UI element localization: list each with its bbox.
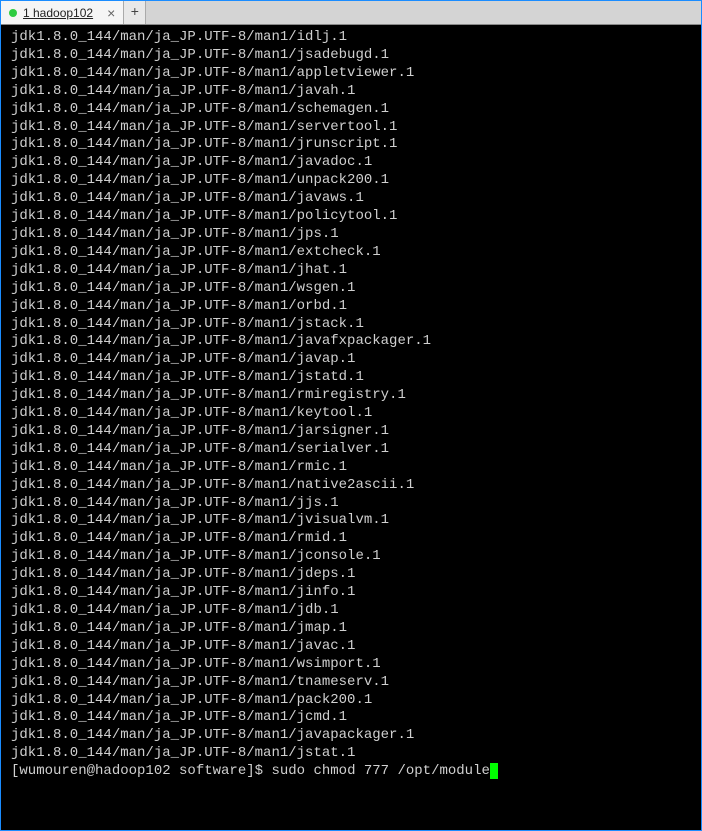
terminal-line: jdk1.8.0_144/man/ja_JP.UTF-8/man1/jmap.1 xyxy=(11,620,695,638)
terminal-line: jdk1.8.0_144/man/ja_JP.UTF-8/man1/rmic.1 xyxy=(11,459,695,477)
terminal-line: jdk1.8.0_144/man/ja_JP.UTF-8/man1/javaws… xyxy=(11,190,695,208)
terminal-line: jdk1.8.0_144/man/ja_JP.UTF-8/man1/jsadeb… xyxy=(11,47,695,65)
terminal-line: jdk1.8.0_144/man/ja_JP.UTF-8/man1/jstack… xyxy=(11,316,695,334)
terminal-line: jdk1.8.0_144/man/ja_JP.UTF-8/man1/jhat.1 xyxy=(11,262,695,280)
terminal-line: jdk1.8.0_144/man/ja_JP.UTF-8/man1/javafx… xyxy=(11,333,695,351)
terminal-line: jdk1.8.0_144/man/ja_JP.UTF-8/man1/jstat.… xyxy=(11,745,695,763)
terminal-line: jdk1.8.0_144/man/ja_JP.UTF-8/man1/wsgen.… xyxy=(11,280,695,298)
terminal-line: jdk1.8.0_144/man/ja_JP.UTF-8/man1/serial… xyxy=(11,441,695,459)
terminal-line: jdk1.8.0_144/man/ja_JP.UTF-8/man1/idlj.1 xyxy=(11,29,695,47)
terminal-line: jdk1.8.0_144/man/ja_JP.UTF-8/man1/javapa… xyxy=(11,727,695,745)
tab-bar: 1 hadoop102 × + xyxy=(1,1,701,25)
tab-hadoop102[interactable]: 1 hadoop102 × xyxy=(1,1,124,24)
terminal-line: jdk1.8.0_144/man/ja_JP.UTF-8/man1/applet… xyxy=(11,65,695,83)
terminal-line: jdk1.8.0_144/man/ja_JP.UTF-8/man1/jstatd… xyxy=(11,369,695,387)
terminal-line: jdk1.8.0_144/man/ja_JP.UTF-8/man1/pack20… xyxy=(11,692,695,710)
terminal-line: jdk1.8.0_144/man/ja_JP.UTF-8/man1/javado… xyxy=(11,154,695,172)
terminal-line: jdk1.8.0_144/man/ja_JP.UTF-8/man1/unpack… xyxy=(11,172,695,190)
terminal-line: jdk1.8.0_144/man/ja_JP.UTF-8/man1/jdeps.… xyxy=(11,566,695,584)
terminal-line: jdk1.8.0_144/man/ja_JP.UTF-8/man1/keytoo… xyxy=(11,405,695,423)
terminal-line: jdk1.8.0_144/man/ja_JP.UTF-8/man1/jconso… xyxy=(11,548,695,566)
terminal-line: jdk1.8.0_144/man/ja_JP.UTF-8/man1/rmid.1 xyxy=(11,530,695,548)
terminal-line: jdk1.8.0_144/man/ja_JP.UTF-8/man1/javap.… xyxy=(11,351,695,369)
terminal-line: jdk1.8.0_144/man/ja_JP.UTF-8/man1/orbd.1 xyxy=(11,298,695,316)
shell-prompt: [wumouren@hadoop102 software]$ xyxy=(11,763,271,781)
new-tab-button[interactable]: + xyxy=(124,1,146,24)
terminal-line: jdk1.8.0_144/man/ja_JP.UTF-8/man1/tnames… xyxy=(11,674,695,692)
terminal-line: jdk1.8.0_144/man/ja_JP.UTF-8/man1/javac.… xyxy=(11,638,695,656)
terminal-line: jdk1.8.0_144/man/ja_JP.UTF-8/man1/extche… xyxy=(11,244,695,262)
terminal-line: jdk1.8.0_144/man/ja_JP.UTF-8/man1/jdb.1 xyxy=(11,602,695,620)
terminal-line: jdk1.8.0_144/man/ja_JP.UTF-8/man1/jcmd.1 xyxy=(11,709,695,727)
plus-icon: + xyxy=(131,5,139,21)
terminal-line: jdk1.8.0_144/man/ja_JP.UTF-8/man1/jvisua… xyxy=(11,512,695,530)
terminal-line: jdk1.8.0_144/man/ja_JP.UTF-8/man1/jarsig… xyxy=(11,423,695,441)
terminal-line: jdk1.8.0_144/man/ja_JP.UTF-8/man1/rmireg… xyxy=(11,387,695,405)
terminal-line: jdk1.8.0_144/man/ja_JP.UTF-8/man1/jrunsc… xyxy=(11,136,695,154)
terminal-line: jdk1.8.0_144/man/ja_JP.UTF-8/man1/server… xyxy=(11,119,695,137)
terminal-window: 1 hadoop102 × + jdk1.8.0_144/man/ja_JP.U… xyxy=(0,0,702,831)
terminal-line: jdk1.8.0_144/man/ja_JP.UTF-8/man1/policy… xyxy=(11,208,695,226)
cursor-icon xyxy=(490,763,498,779)
close-icon[interactable]: × xyxy=(99,6,115,20)
terminal-line: jdk1.8.0_144/man/ja_JP.UTF-8/man1/jps.1 xyxy=(11,226,695,244)
tab-label: 1 hadoop102 xyxy=(23,6,93,20)
terminal-line: jdk1.8.0_144/man/ja_JP.UTF-8/man1/jinfo.… xyxy=(11,584,695,602)
terminal-line: jdk1.8.0_144/man/ja_JP.UTF-8/man1/native… xyxy=(11,477,695,495)
connection-indicator-icon xyxy=(9,9,17,17)
terminal-line: jdk1.8.0_144/man/ja_JP.UTF-8/man1/jjs.1 xyxy=(11,495,695,513)
terminal-line: jdk1.8.0_144/man/ja_JP.UTF-8/man1/javah.… xyxy=(11,83,695,101)
command-input[interactable]: sudo chmod 777 /opt/module xyxy=(271,763,489,781)
terminal-line: jdk1.8.0_144/man/ja_JP.UTF-8/man1/wsimpo… xyxy=(11,656,695,674)
terminal-line: jdk1.8.0_144/man/ja_JP.UTF-8/man1/schema… xyxy=(11,101,695,119)
terminal-prompt-line: [wumouren@hadoop102 software]$ sudo chmo… xyxy=(11,763,695,781)
terminal-output[interactable]: jdk1.8.0_144/man/ja_JP.UTF-8/man1/idlj.1… xyxy=(1,25,701,830)
